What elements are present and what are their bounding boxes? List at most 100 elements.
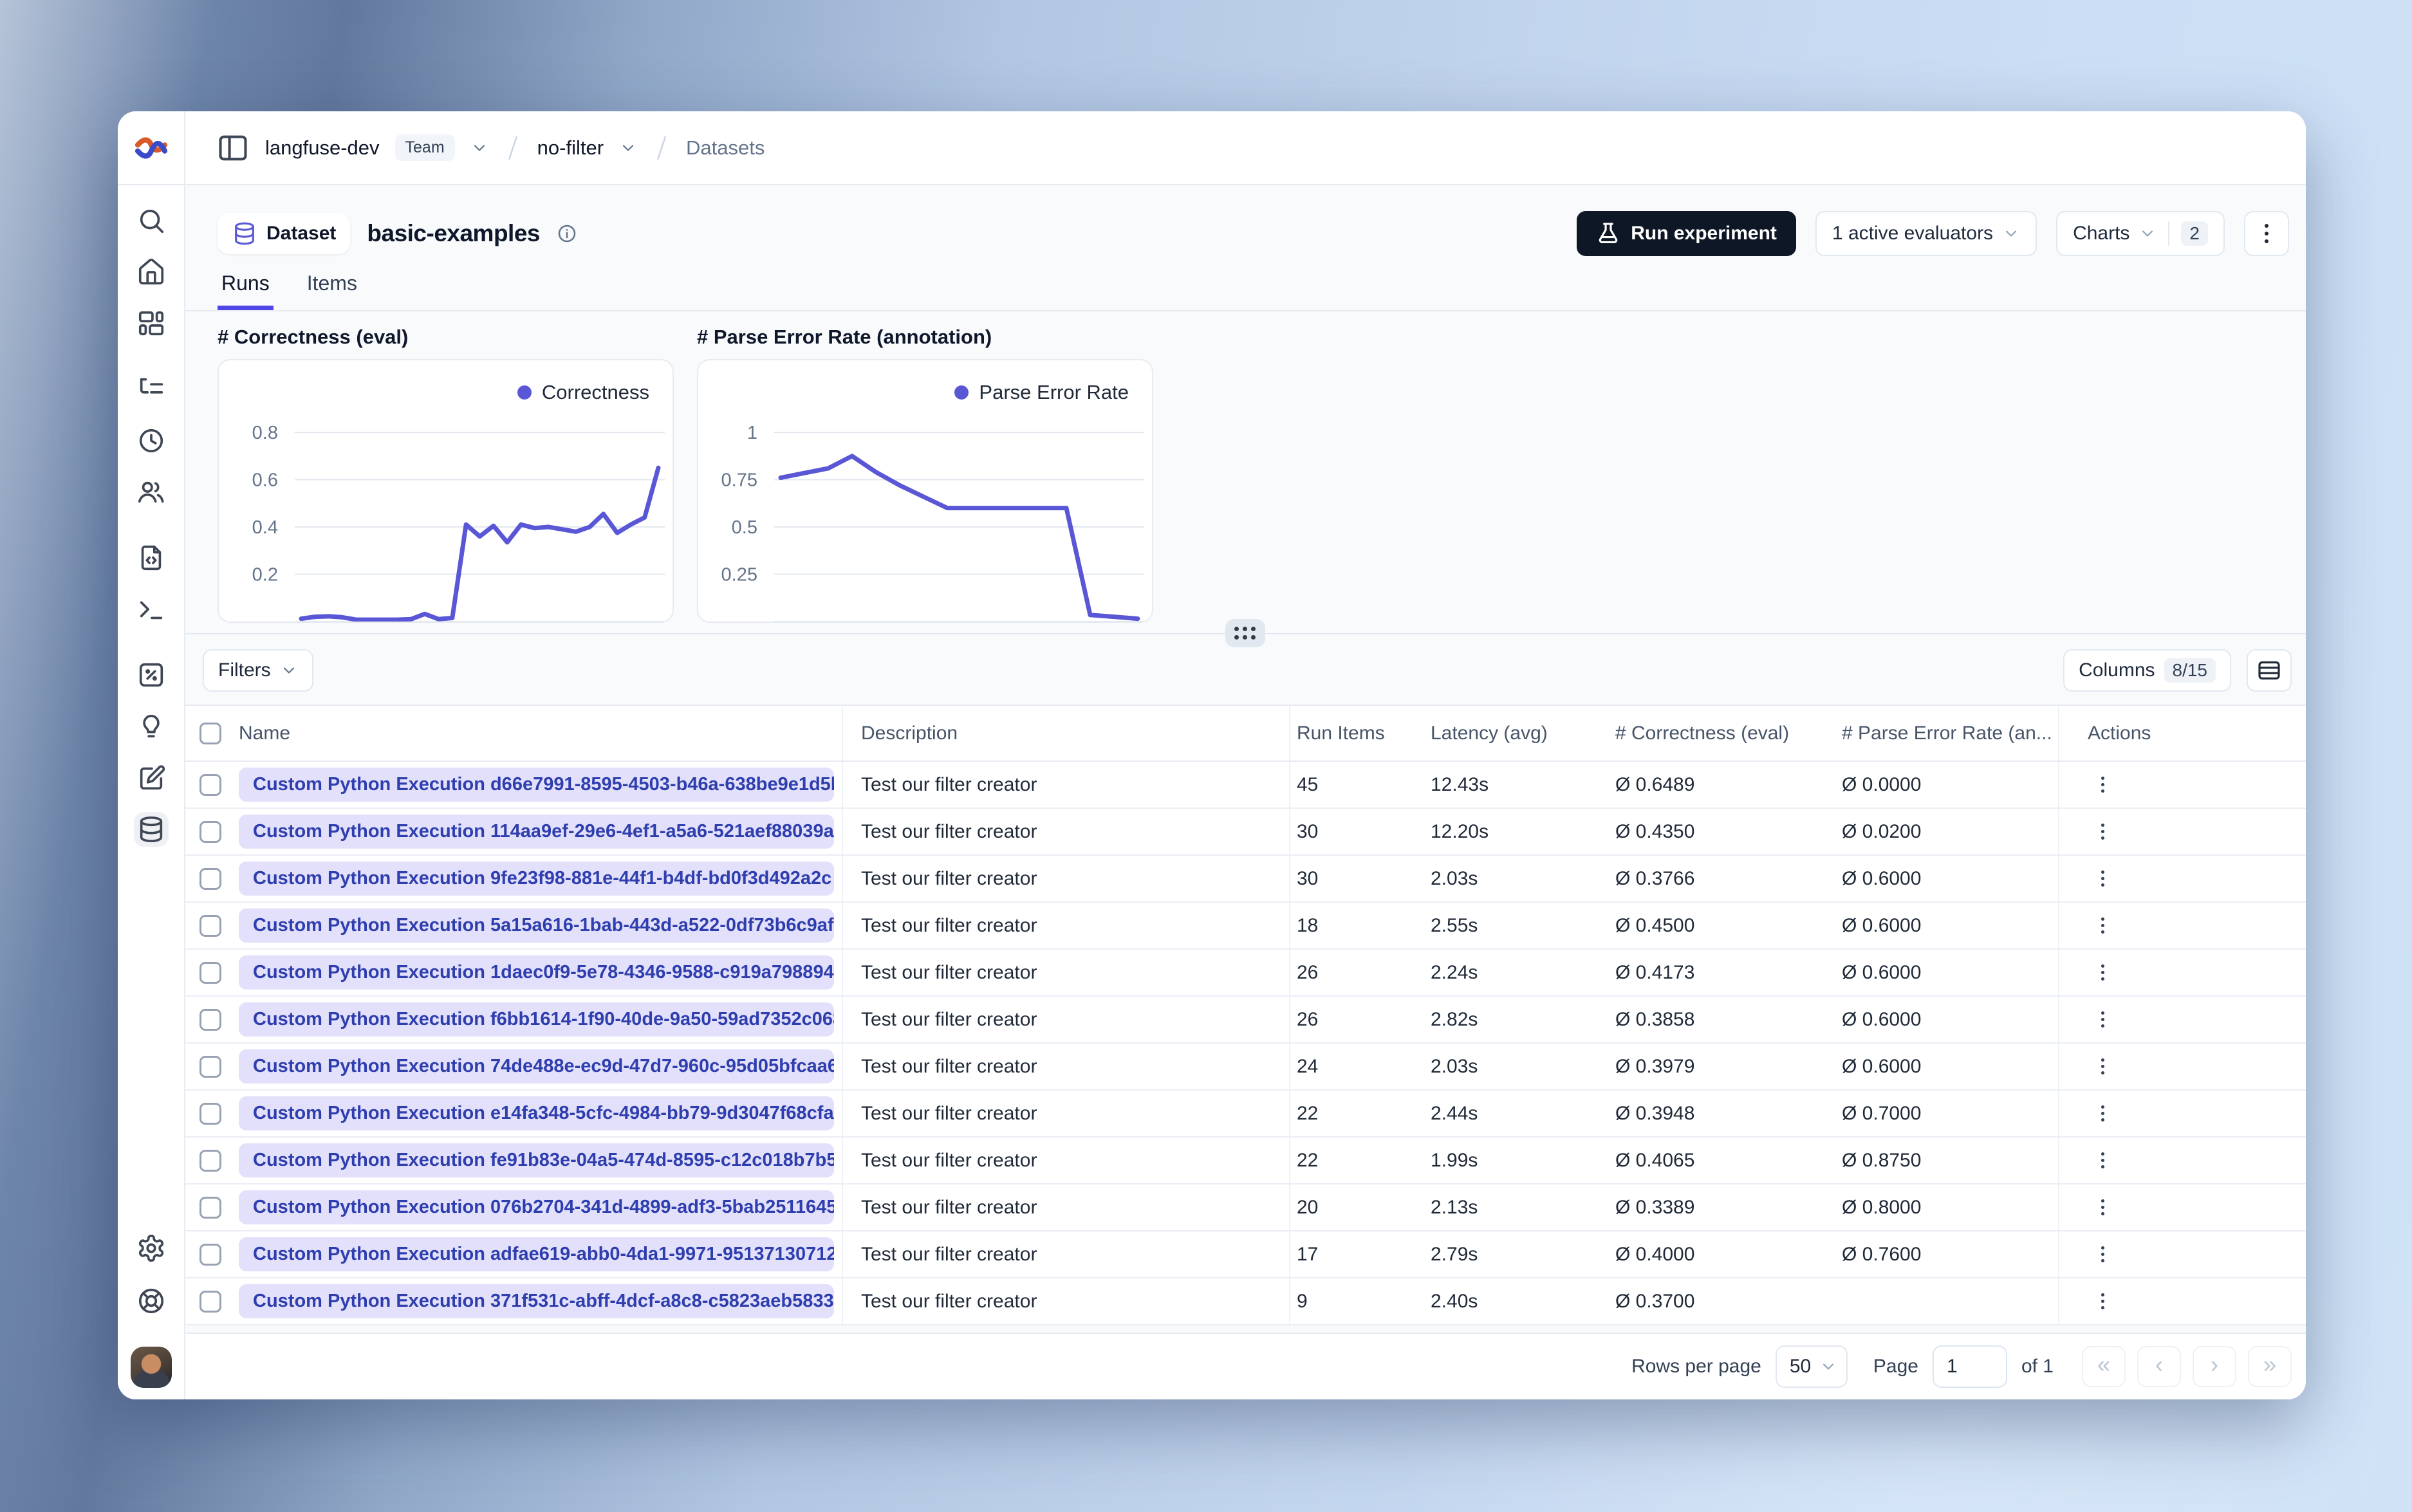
column-header-description[interactable]: Description xyxy=(843,706,1290,761)
chart-legend[interactable]: Correctness xyxy=(517,381,649,404)
sidebar-item-settings[interactable] xyxy=(134,1231,169,1266)
row-checkbox[interactable] xyxy=(199,1102,221,1125)
evaluators-dropdown[interactable]: 1 active evaluators xyxy=(1815,211,2037,256)
sidebar-item-datasets[interactable] xyxy=(133,812,169,847)
row-actions-menu[interactable] xyxy=(2088,1193,2117,1222)
latency-value: 2.40s xyxy=(1431,1290,1478,1312)
table-row[interactable]: Custom Python Execution 9fe23f98-881e-44… xyxy=(185,856,2306,903)
user-avatar[interactable] xyxy=(130,1347,172,1388)
info-icon[interactable] xyxy=(557,223,577,244)
row-actions-menu[interactable] xyxy=(2088,1099,2117,1129)
tab-runs[interactable]: Runs xyxy=(218,272,274,310)
breadcrumb-project[interactable]: no-filter xyxy=(537,136,604,160)
table-row[interactable]: Custom Python Execution 371f531c-abff-4d… xyxy=(185,1278,2306,1325)
row-actions-menu[interactable] xyxy=(2088,1005,2117,1035)
row-checkbox[interactable] xyxy=(199,1196,221,1219)
row-checkbox[interactable] xyxy=(199,1008,221,1031)
dashboard-icon xyxy=(138,311,163,336)
sidebar-item-support[interactable] xyxy=(134,1284,169,1318)
sidebar-item-insights[interactable] xyxy=(134,709,169,744)
run-name-link[interactable]: Custom Python Execution adfae619-abb0-4d… xyxy=(239,1237,834,1271)
first-page-button[interactable]: « xyxy=(2082,1346,2126,1387)
select-all-checkbox[interactable] xyxy=(199,722,221,744)
run-name-link[interactable]: Custom Python Execution d66e7991-8595-45… xyxy=(239,768,834,802)
sidebar-item-evaluators[interactable] xyxy=(134,658,169,692)
row-actions-menu[interactable] xyxy=(2088,1052,2117,1082)
run-name-link[interactable]: Custom Python Execution 1daec0f9-5e78-43… xyxy=(239,955,834,990)
column-header-name[interactable]: Name xyxy=(235,706,843,761)
row-height-button[interactable] xyxy=(2247,649,2292,692)
column-header-correctness[interactable]: # Correctness (eval) xyxy=(1602,706,1834,761)
breadcrumb-org[interactable]: langfuse-dev xyxy=(265,136,380,160)
column-header-run-items[interactable]: Run Items xyxy=(1290,706,1425,761)
table-row[interactable]: Custom Python Execution 1daec0f9-5e78-43… xyxy=(185,950,2306,997)
chevron-down-icon[interactable] xyxy=(470,139,488,157)
run-items-value: 45 xyxy=(1297,773,1319,795)
charts-dropdown[interactable]: Charts 2 xyxy=(2056,211,2225,256)
row-checkbox[interactable] xyxy=(199,820,221,843)
row-checkbox[interactable] xyxy=(199,1149,221,1172)
chevron-down-icon[interactable] xyxy=(619,139,637,157)
sidebar-item-sessions[interactable] xyxy=(134,423,169,458)
table-row[interactable]: Custom Python Execution 076b2704-341d-48… xyxy=(185,1185,2306,1231)
row-actions-menu[interactable] xyxy=(2088,1287,2117,1316)
correctness-value: Ø 0.3948 xyxy=(1615,1102,1695,1124)
row-actions-menu[interactable] xyxy=(2088,1240,2117,1269)
row-checkbox[interactable] xyxy=(199,867,221,890)
run-experiment-button[interactable]: Run experiment xyxy=(1577,211,1796,256)
run-name-link[interactable]: Custom Python Execution e14fa348-5cfc-49… xyxy=(239,1096,834,1130)
tab-items[interactable]: Items xyxy=(303,272,361,310)
row-actions-menu[interactable] xyxy=(2088,770,2117,800)
row-actions-menu[interactable] xyxy=(2088,911,2117,941)
run-name-link[interactable]: Custom Python Execution 371f531c-abff-4d… xyxy=(239,1284,834,1318)
resize-divider xyxy=(185,619,2306,647)
table-row[interactable]: Custom Python Execution 5a15a616-1bab-44… xyxy=(185,903,2306,950)
row-checkbox[interactable] xyxy=(199,961,221,984)
columns-button[interactable]: Columns 8/15 xyxy=(2063,649,2231,692)
page-number-input[interactable] xyxy=(1932,1345,2007,1388)
breadcrumb-section[interactable]: Datasets xyxy=(686,136,765,160)
sidebar-item-home[interactable] xyxy=(134,255,169,290)
sidebar-item-prompts[interactable] xyxy=(134,540,169,575)
run-name-link[interactable]: Custom Python Execution 114aa9ef-29e6-4e… xyxy=(239,815,834,849)
row-actions-menu[interactable] xyxy=(2088,1146,2117,1175)
run-name-link[interactable]: Custom Python Execution 9fe23f98-881e-44… xyxy=(239,862,834,896)
chart-legend[interactable]: Parse Error Rate xyxy=(954,381,1129,404)
table-row[interactable]: Custom Python Execution fe91b83e-04a5-47… xyxy=(185,1138,2306,1185)
rows-per-page-select[interactable]: 50 xyxy=(1775,1345,1848,1388)
run-name-link[interactable]: Custom Python Execution 74de488e-ec9d-47… xyxy=(239,1049,834,1083)
previous-page-button[interactable]: ‹ xyxy=(2137,1346,2181,1387)
page-more-actions-button[interactable] xyxy=(2244,211,2289,256)
table-row[interactable]: Custom Python Execution adfae619-abb0-4d… xyxy=(185,1231,2306,1278)
row-checkbox[interactable] xyxy=(199,1290,221,1313)
table-row[interactable]: Custom Python Execution d66e7991-8595-45… xyxy=(185,762,2306,809)
column-header-latency[interactable]: Latency (avg) xyxy=(1425,706,1602,761)
column-header-parse-error[interactable]: # Parse Error Rate (an... xyxy=(1834,706,2059,761)
sidebar-item-dashboards[interactable] xyxy=(134,306,169,341)
row-actions-menu[interactable] xyxy=(2088,958,2117,988)
next-page-button[interactable]: › xyxy=(2193,1346,2236,1387)
run-name-link[interactable]: Custom Python Execution f6bb1614-1f90-40… xyxy=(239,1002,834,1037)
row-checkbox[interactable] xyxy=(199,1243,221,1266)
row-actions-menu[interactable] xyxy=(2088,864,2117,894)
sidebar-item-annotation[interactable] xyxy=(134,761,169,795)
sidebar-item-playground[interactable] xyxy=(134,592,169,627)
sidebar-item-tracing[interactable] xyxy=(134,372,169,407)
row-checkbox[interactable] xyxy=(199,914,221,937)
run-name-link[interactable]: Custom Python Execution 5a15a616-1bab-44… xyxy=(239,908,834,943)
last-page-button[interactable]: » xyxy=(2248,1346,2292,1387)
sidebar-item-users[interactable] xyxy=(134,475,169,510)
row-checkbox[interactable] xyxy=(199,1055,221,1078)
table-row[interactable]: Custom Python Execution 74de488e-ec9d-47… xyxy=(185,1044,2306,1091)
table-row[interactable]: Custom Python Execution e14fa348-5cfc-49… xyxy=(185,1091,2306,1138)
row-checkbox[interactable] xyxy=(199,773,221,796)
run-name-link[interactable]: Custom Python Execution 076b2704-341d-48… xyxy=(239,1190,834,1224)
run-name-link[interactable]: Custom Python Execution fe91b83e-04a5-47… xyxy=(239,1143,834,1177)
table-row[interactable]: Custom Python Execution f6bb1614-1f90-40… xyxy=(185,997,2306,1044)
row-actions-menu[interactable] xyxy=(2088,817,2117,847)
resize-handle[interactable] xyxy=(1225,619,1265,647)
filters-button[interactable]: Filters xyxy=(203,649,313,692)
sidebar-toggle-button[interactable] xyxy=(216,131,250,165)
table-row[interactable]: Custom Python Execution 114aa9ef-29e6-4e… xyxy=(185,809,2306,856)
sidebar-item-search[interactable] xyxy=(134,203,169,238)
